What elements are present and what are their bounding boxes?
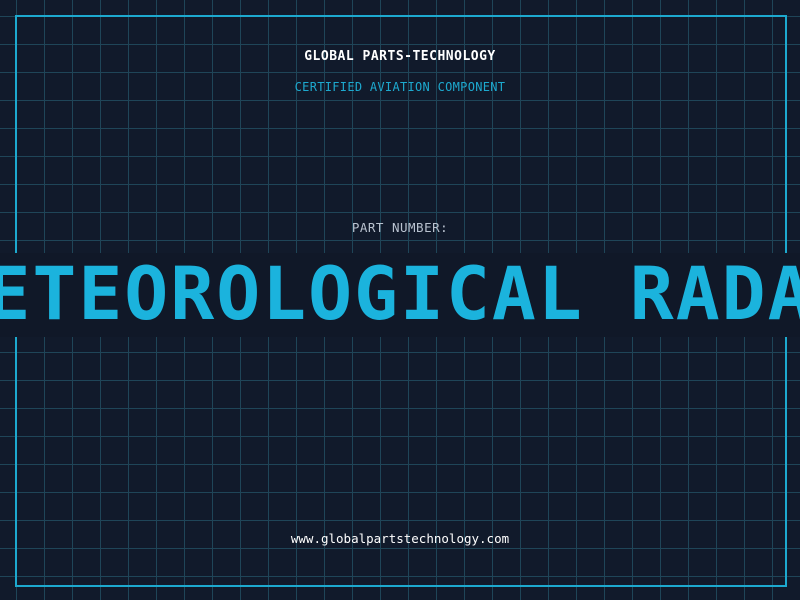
part-number-value: METEOROLOGICAL RADAR bbox=[0, 253, 800, 337]
part-number-band: METEOROLOGICAL RADAR bbox=[0, 253, 800, 337]
part-number-label: PART NUMBER: bbox=[351, 220, 449, 235]
website-url[interactable]: www.globalpartstechnology.com bbox=[0, 531, 800, 546]
part-card: GLOBAL PARTS-TECHNOLOGY CERTIFIED AVIATI… bbox=[0, 0, 800, 600]
brand-title: GLOBAL PARTS-TECHNOLOGY bbox=[304, 49, 496, 64]
certification-subtitle: CERTIFIED AVIATION COMPONENT bbox=[294, 80, 506, 94]
